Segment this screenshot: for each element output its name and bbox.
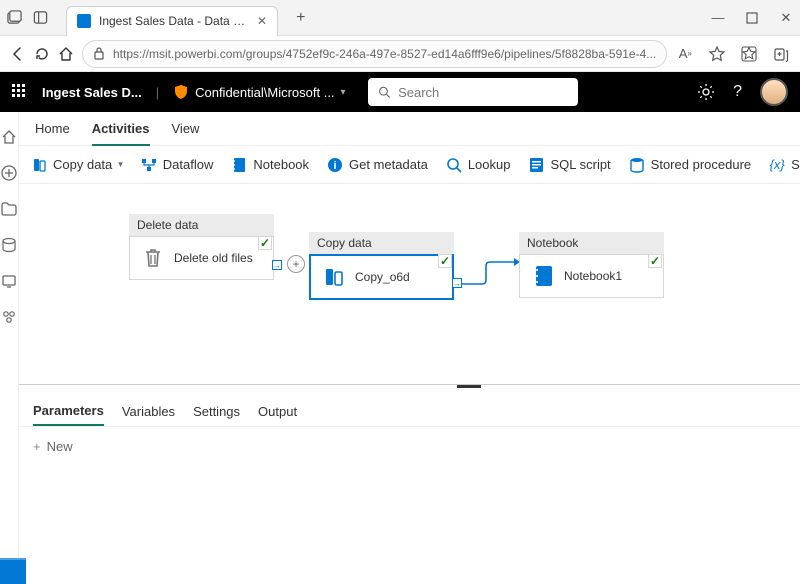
bp-tab-output[interactable]: Output bbox=[258, 398, 297, 425]
personal-tab-icon[interactable] bbox=[6, 10, 22, 26]
activity-notebook[interactable]: Notebook Notebook1 ✓ bbox=[519, 232, 664, 298]
output-port[interactable]: → bbox=[272, 260, 282, 270]
url-text: https://msit.powerbi.com/groups/4752ef9c… bbox=[113, 47, 656, 61]
rail-datahub-icon[interactable] bbox=[0, 236, 18, 254]
tool-lookup[interactable]: Lookup bbox=[446, 157, 511, 173]
app-header: Ingest Sales D... | Confidential\Microso… bbox=[0, 72, 800, 112]
user-avatar[interactable] bbox=[760, 78, 788, 106]
rail-workspaces-icon[interactable] bbox=[0, 308, 18, 326]
lock-icon bbox=[93, 47, 105, 60]
search-icon bbox=[378, 85, 390, 99]
new-parameter-button[interactable]: + New bbox=[33, 439, 800, 454]
tool-sql-script[interactable]: SQL script bbox=[528, 157, 610, 173]
window-maximize-icon[interactable] bbox=[744, 10, 760, 26]
bp-tab-parameters[interactable]: Parameters bbox=[33, 397, 104, 426]
classification-badge[interactable]: Confidential\Microsoft ... ▾ bbox=[173, 84, 345, 100]
copy-data-icon bbox=[31, 157, 47, 173]
activity-name: Notebook1 bbox=[564, 269, 622, 283]
lookup-icon bbox=[446, 157, 462, 173]
tool-notebook[interactable]: Notebook bbox=[231, 157, 309, 173]
output-port[interactable]: → bbox=[452, 278, 462, 288]
validation-check-icon: ✓ bbox=[438, 254, 452, 268]
rail-monitor-icon[interactable] bbox=[0, 272, 18, 290]
new-tab-button[interactable]: + bbox=[296, 9, 305, 27]
dataflow-icon bbox=[141, 157, 157, 173]
activities-toolbar: Copy data▾ Dataflow Notebook i Get metad… bbox=[19, 146, 800, 184]
browser-titlebar: Ingest Sales Data - Data enginee ✕ + ― ✕ bbox=[0, 0, 800, 36]
settings-icon[interactable] bbox=[697, 83, 715, 101]
sql-icon bbox=[528, 157, 544, 173]
favorites-icon[interactable] bbox=[739, 44, 759, 64]
rail-create-icon[interactable] bbox=[0, 164, 18, 182]
validation-check-icon: ✓ bbox=[258, 236, 272, 250]
search-box[interactable] bbox=[368, 78, 578, 106]
pipeline-canvas[interactable]: Delete data Delete old files ✓ → + Copy … bbox=[19, 184, 800, 384]
bottom-panel: Parameters Variables Settings Output + N… bbox=[19, 384, 800, 584]
plus-icon: + bbox=[33, 439, 41, 454]
nav-tab-view[interactable]: View bbox=[172, 113, 200, 144]
nav-tab-home[interactable]: Home bbox=[35, 113, 70, 144]
activity-delete-data[interactable]: Delete data Delete old files ✓ bbox=[129, 214, 274, 280]
collections-icon[interactable] bbox=[771, 44, 791, 64]
app-launcher-icon[interactable] bbox=[12, 84, 28, 100]
tool-get-metadata[interactable]: i Get metadata bbox=[327, 157, 428, 173]
svg-text:i: i bbox=[334, 160, 337, 172]
left-rail bbox=[0, 112, 19, 584]
activity-name: Copy_o6d bbox=[355, 270, 410, 284]
nav-tab-activities[interactable]: Activities bbox=[92, 113, 150, 146]
notebook-icon bbox=[532, 265, 554, 287]
tool-stored-procedure[interactable]: Stored procedure bbox=[629, 157, 751, 173]
classification-text: Confidential\Microsoft ... bbox=[195, 85, 334, 100]
bp-tab-settings[interactable]: Settings bbox=[193, 398, 240, 425]
trash-icon bbox=[142, 247, 164, 269]
browser-tab[interactable]: Ingest Sales Data - Data enginee ✕ bbox=[66, 6, 278, 36]
bp-tab-variables[interactable]: Variables bbox=[122, 398, 175, 425]
tool-copy-data[interactable]: Copy data▾ bbox=[31, 157, 123, 173]
browser-addressbar: https://msit.powerbi.com/groups/4752ef9c… bbox=[0, 36, 800, 72]
validation-check-icon: ✓ bbox=[648, 254, 662, 268]
add-activity-handle[interactable]: + bbox=[287, 255, 305, 273]
activity-type-label: Delete data bbox=[129, 214, 274, 236]
window-close-icon[interactable]: ✕ bbox=[778, 10, 794, 26]
pipeline-name[interactable]: Ingest Sales D... bbox=[42, 85, 142, 100]
rail-home-icon[interactable] bbox=[0, 128, 18, 146]
tab-favicon bbox=[77, 14, 91, 28]
stored-proc-icon bbox=[629, 157, 645, 173]
back-icon[interactable] bbox=[10, 44, 26, 64]
window-minimize-icon[interactable]: ― bbox=[710, 10, 726, 26]
info-icon: i bbox=[327, 157, 343, 173]
tool-set-variable[interactable]: {x} Set variable bbox=[769, 157, 800, 173]
url-input[interactable]: https://msit.powerbi.com/groups/4752ef9c… bbox=[82, 40, 667, 68]
notebook-icon bbox=[231, 157, 247, 173]
activity-copy-data[interactable]: Copy data Copy_o6d ✓ bbox=[309, 232, 454, 300]
star-icon[interactable] bbox=[707, 44, 727, 64]
refresh-icon[interactable] bbox=[34, 44, 50, 64]
activity-type-label: Copy data bbox=[309, 232, 454, 254]
tab-title: Ingest Sales Data - Data enginee bbox=[99, 14, 249, 28]
home-icon[interactable] bbox=[58, 44, 74, 64]
search-input[interactable] bbox=[398, 85, 568, 100]
copy-data-icon bbox=[323, 266, 345, 288]
activity-type-label: Notebook bbox=[519, 232, 664, 254]
tab-actions-icon[interactable] bbox=[32, 10, 48, 26]
activity-name: Delete old files bbox=[174, 251, 253, 265]
help-icon[interactable]: ? bbox=[733, 83, 742, 101]
tool-dataflow[interactable]: Dataflow bbox=[141, 157, 214, 173]
connector-line bbox=[462, 258, 522, 288]
read-aloud-icon[interactable]: A» bbox=[675, 44, 695, 64]
tab-close-icon[interactable]: ✕ bbox=[257, 14, 267, 28]
nav-tabs: Home Activities View bbox=[19, 112, 800, 146]
variable-icon: {x} bbox=[769, 157, 785, 173]
rail-browse-icon[interactable] bbox=[0, 200, 18, 218]
separator: | bbox=[156, 85, 159, 100]
taskbar-start[interactable] bbox=[0, 558, 26, 584]
